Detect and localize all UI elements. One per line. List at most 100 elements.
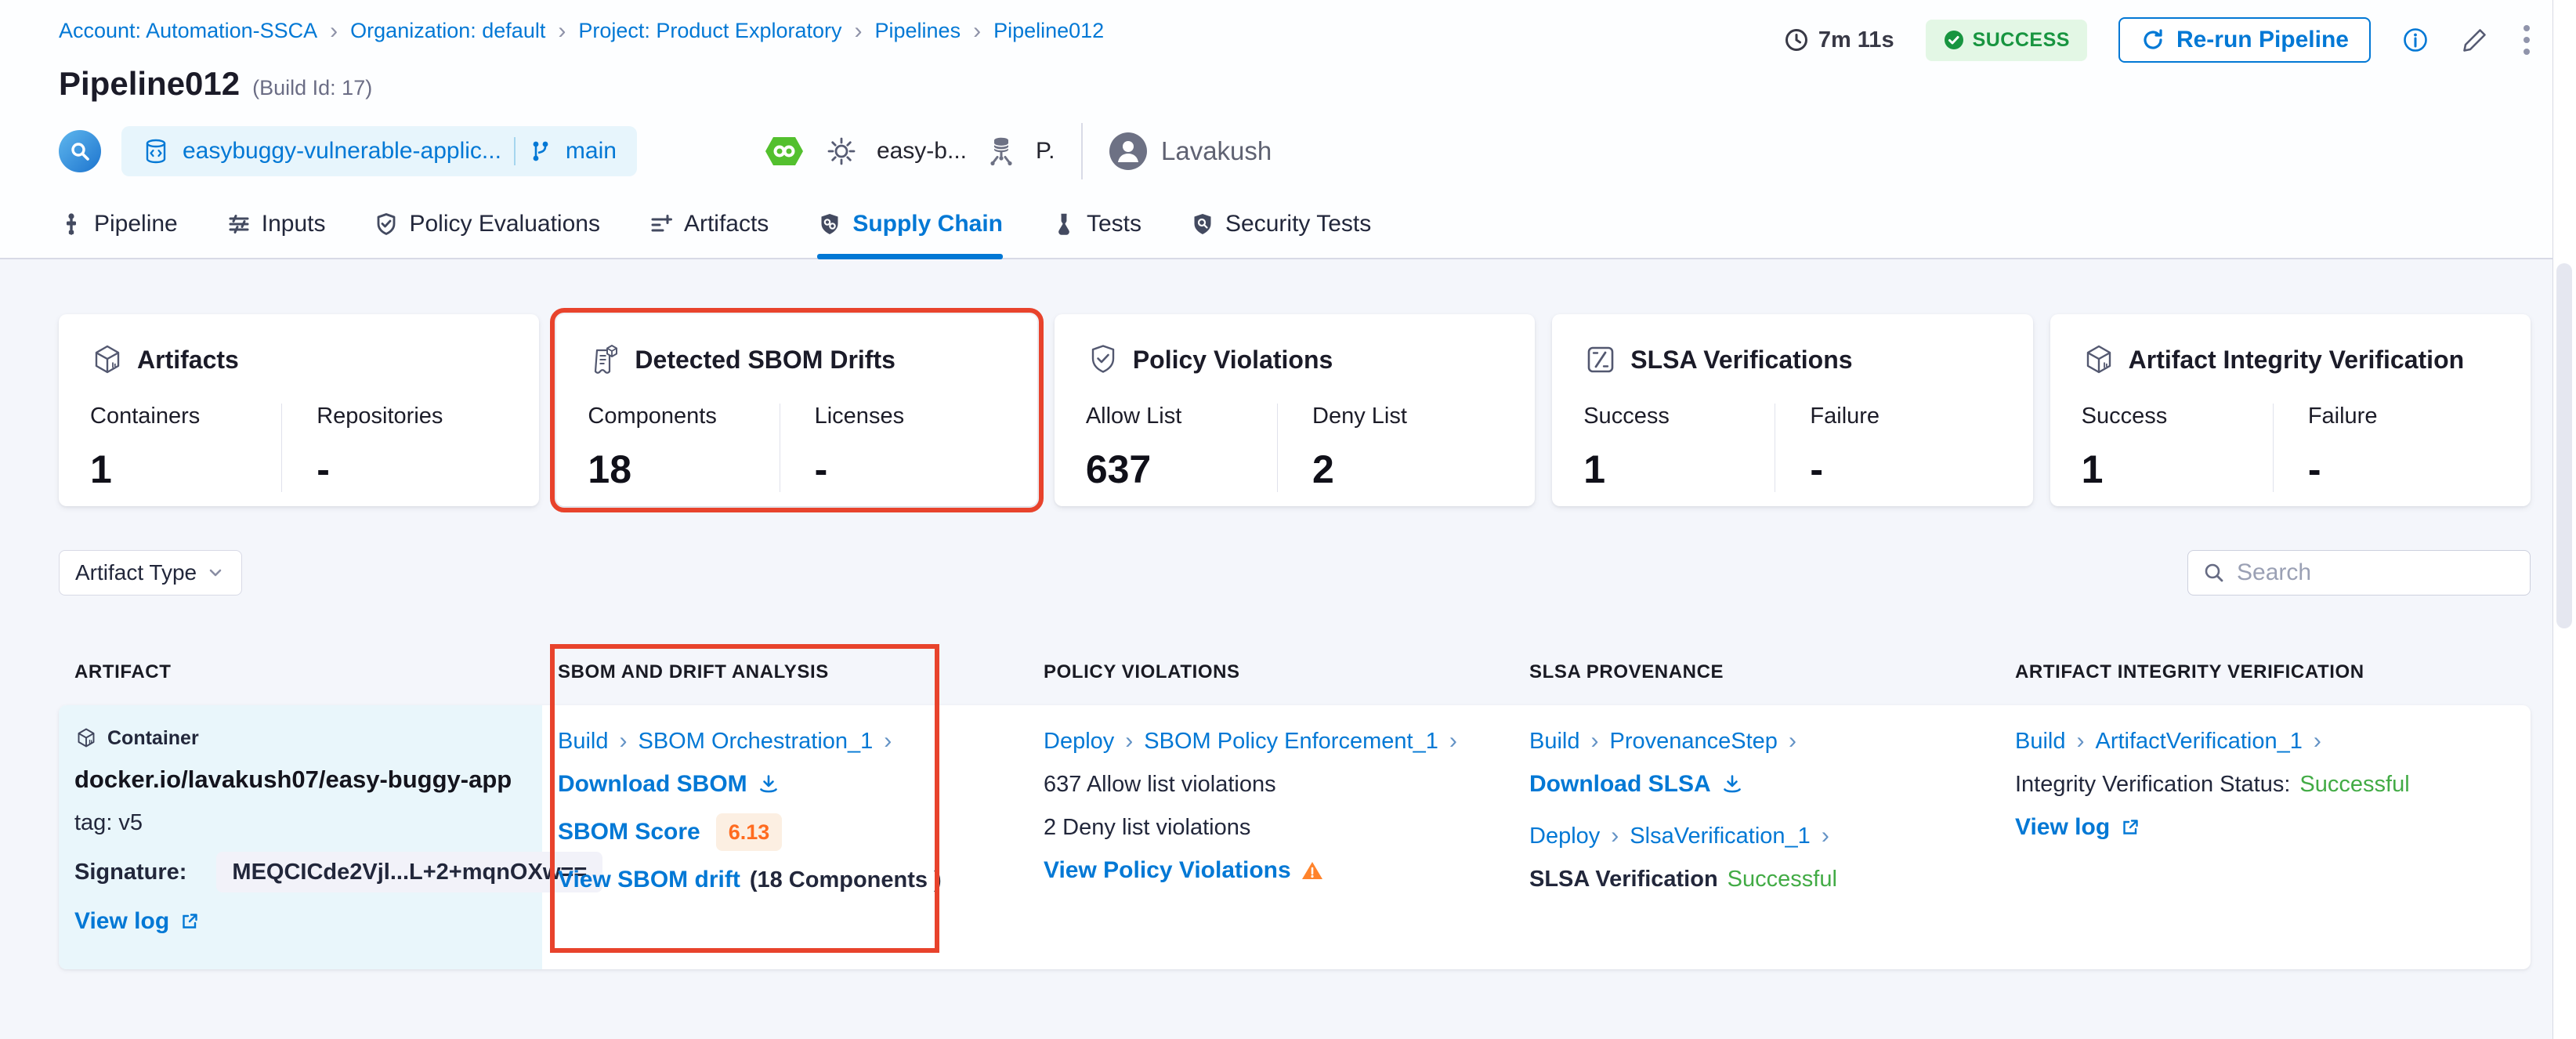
edit-pencil-icon[interactable] [2460, 25, 2490, 55]
tab-label: Supply Chain [852, 211, 1003, 237]
chevron-right-icon: › [1448, 727, 1459, 755]
branch-name-link[interactable]: main [566, 138, 617, 165]
chevron-right-icon: › [1787, 727, 1798, 755]
col-header-sbom: SBOM AND DRIFT ANALYSIS [542, 661, 1028, 683]
stat-value: - [1810, 447, 2001, 492]
trigger-name: easy-b... [877, 138, 967, 165]
artifact-tag: tag: v5 [74, 809, 143, 837]
step-link[interactable]: ArtifactVerification_1 [2096, 727, 2303, 755]
stage-link[interactable]: Build [558, 727, 609, 755]
chevron-right-icon: › [2075, 727, 2086, 755]
breadcrumb-organization[interactable]: Organization: default [350, 19, 545, 43]
gear-icon [823, 133, 859, 169]
check-circle-icon [1943, 29, 1965, 51]
stat-label: Success [1583, 404, 1775, 429]
build-id: (Build Id: 17) [252, 76, 372, 100]
breadcrumb-separator: › [558, 20, 566, 42]
search-box [2187, 550, 2531, 596]
stat-components: Components 18 [588, 404, 779, 492]
artifact-type-label: Artifact Type [75, 560, 197, 585]
stage-link[interactable]: Deploy [1044, 727, 1114, 755]
user-avatar-icon [1109, 132, 1147, 170]
breadcrumb-pipeline012[interactable]: Pipeline012 [993, 19, 1104, 43]
tab-supply-chain[interactable]: Supply Chain [817, 211, 1003, 258]
webhook-success-icon [762, 129, 806, 173]
stat-value: 18 [588, 447, 779, 492]
user-name: Lavakush [1161, 136, 1272, 166]
repository-icon [142, 137, 170, 165]
tab-artifacts[interactable]: Artifacts [649, 211, 769, 258]
download-icon [757, 773, 780, 796]
repo-name-link[interactable]: easybuggy-vulnerable-applic... [183, 138, 501, 165]
chevron-right-icon: › [618, 727, 629, 755]
stat-success: Success 1 [1583, 404, 1775, 492]
clock-icon [1784, 27, 1809, 52]
download-sbom-link[interactable]: Download SBOM [558, 770, 747, 798]
stat-label: Licenses [815, 404, 1006, 429]
col-header-policy: POLICY VIOLATIONS [1028, 661, 1514, 683]
stat-containers: Containers 1 [90, 404, 281, 492]
step-link[interactable]: SBOM Policy Enforcement_1 [1144, 727, 1438, 755]
chevron-down-icon [205, 563, 226, 583]
breadcrumb-account[interactable]: Account: Automation-SSCA [59, 19, 317, 43]
tab-security-tests[interactable]: Security Tests [1190, 211, 1371, 258]
download-slsa-link[interactable]: Download SLSA [1529, 770, 1711, 798]
view-log-link[interactable]: View log [74, 907, 169, 936]
info-icon[interactable] [2402, 27, 2429, 53]
breadcrumb-separator: › [973, 20, 981, 42]
policy-cell: Deploy › SBOM Policy Enforcement_1 › 637… [1028, 705, 1514, 969]
artifact-type-select[interactable]: Artifact Type [59, 550, 242, 596]
table-row: Container docker.io/lavakush07/easy-bugg… [59, 705, 2531, 969]
run-duration-text: 7m 11s [1818, 27, 1894, 53]
stat-value: 1 [2082, 447, 2273, 492]
breadcrumb-separator: › [330, 20, 338, 42]
view-sbom-drift-link[interactable]: View SBOM drift [558, 866, 740, 894]
breadcrumb-project[interactable]: Project: Product Exploratory [578, 19, 841, 43]
card-slsa-verifications: SLSA Verifications Success 1 Failure - [1552, 314, 2032, 506]
download-icon [1720, 773, 1744, 796]
trigger-group: easy-b... P. [762, 129, 1055, 173]
tab-policy-evaluations[interactable]: Policy Evaluations [374, 211, 599, 258]
slsa-badge-icon [1583, 342, 1618, 377]
scrollbar-thumb[interactable] [2556, 263, 2572, 628]
col-header-slsa: SLSA PROVENANCE [1514, 661, 1999, 683]
vertical-divider [1081, 123, 1083, 179]
search-input[interactable] [2237, 559, 2539, 586]
stat-value: 1 [1583, 447, 1775, 492]
col-header-integrity: ARTIFACT INTEGRITY VERIFICATION [1999, 661, 2531, 683]
card-artifact-integrity: Artifact Integrity Verification Success … [2050, 314, 2531, 506]
stat-label: Allow List [1086, 404, 1277, 429]
stat-label: Success [2082, 404, 2273, 429]
kebab-menu-icon[interactable] [2521, 23, 2532, 57]
card-title: Detected SBOM Drifts [635, 346, 895, 375]
status-badge-text: SUCCESS [1973, 29, 2070, 52]
stage-link[interactable]: Build [1529, 727, 1580, 755]
page-scrollbar[interactable] [2552, 0, 2576, 1039]
tab-inputs[interactable]: Inputs [226, 211, 326, 258]
step-link[interactable]: ProvenanceStep [1610, 727, 1778, 755]
stage-link[interactable]: Build [2015, 727, 2066, 755]
tab-pipeline[interactable]: Pipeline [59, 211, 178, 258]
breadcrumb-pipelines[interactable]: Pipelines [875, 19, 961, 43]
step-link[interactable]: SBOM Orchestration_1 [639, 727, 874, 755]
pill-divider [514, 137, 516, 165]
cube-icon [2082, 342, 2116, 377]
tab-tests[interactable]: Tests [1051, 211, 1141, 258]
page-title: Pipeline012 [59, 65, 240, 103]
tab-bar: Pipeline Inputs Policy Evaluations Artif… [59, 211, 2576, 258]
tab-label: Artifacts [684, 211, 769, 237]
chevron-right-icon: › [1820, 822, 1831, 850]
step-link[interactable]: SlsaVerification_1 [1630, 822, 1811, 850]
rerun-pipeline-button[interactable]: Re-run Pipeline [2118, 17, 2371, 63]
supply-chain-content: Artifacts Containers 1 Repositories - De… [0, 259, 2531, 969]
view-log-link[interactable]: View log [2015, 813, 2110, 842]
sbom-score-link[interactable]: SBOM Score [558, 818, 700, 846]
sbom-score-badge: 6.13 [716, 813, 783, 851]
shield-check-icon [374, 212, 399, 237]
view-policy-violations-link[interactable]: View Policy Violations [1044, 856, 1291, 885]
stat-licenses: Licenses - [780, 404, 1006, 492]
chevron-right-icon: › [2312, 727, 2323, 755]
chevron-right-icon: › [1123, 727, 1134, 755]
stage-link[interactable]: Deploy [1529, 822, 1600, 850]
card-title: SLSA Verifications [1630, 346, 1852, 375]
